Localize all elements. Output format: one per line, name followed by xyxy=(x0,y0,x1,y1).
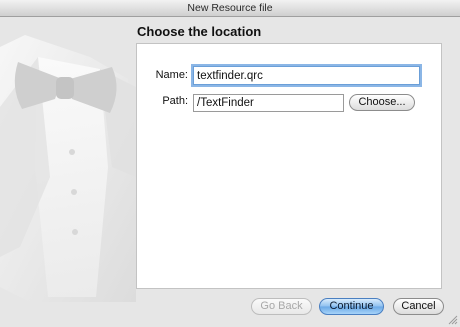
path-label: Path: xyxy=(162,95,188,107)
cancel-button[interactable]: Cancel xyxy=(393,298,444,315)
continue-button[interactable]: Continue xyxy=(319,298,384,315)
page-heading: Choose the location xyxy=(137,24,262,39)
choose-button[interactable]: Choose... xyxy=(349,94,415,111)
tuxedo-watermark-icon xyxy=(0,35,136,302)
name-label: Name: xyxy=(155,69,188,81)
window-titlebar[interactable]: New Resource file xyxy=(0,0,460,17)
resize-grip-icon[interactable] xyxy=(448,315,458,325)
window-title: New Resource file xyxy=(187,2,273,14)
go-back-button[interactable]: Go Back xyxy=(251,298,312,315)
new-resource-file-dialog: New Resource file Choose the location Na… xyxy=(0,0,460,327)
path-field[interactable] xyxy=(193,94,344,112)
name-field[interactable] xyxy=(193,66,420,85)
